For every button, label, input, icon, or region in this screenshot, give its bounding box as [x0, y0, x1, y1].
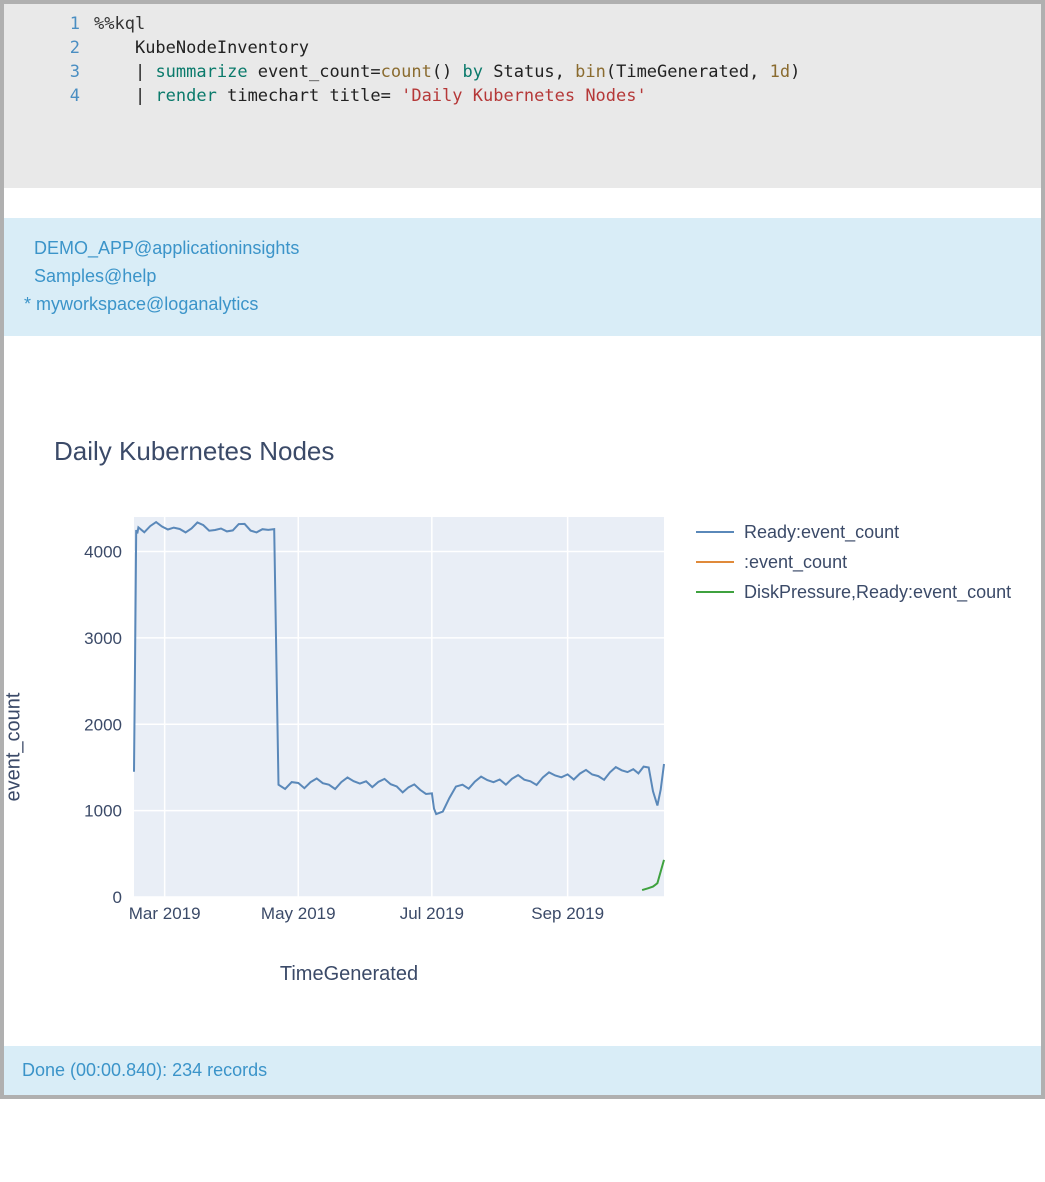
chart-title: Daily Kubernetes Nodes: [54, 436, 1031, 467]
svg-text:4000: 4000: [84, 543, 122, 562]
chart-output: Daily Kubernetes Nodes event_count 0 1000…: [4, 336, 1041, 1046]
status-text: Done (00:00.840): 234 records: [22, 1060, 267, 1080]
workspace-item[interactable]: DEMO_APP@applicationinsights: [24, 234, 1021, 262]
y-axis-label: event_count: [3, 692, 26, 801]
legend-label: :event_count: [744, 552, 847, 573]
svg-text:3000: 3000: [84, 629, 122, 648]
legend-swatch: [696, 591, 734, 593]
legend-item[interactable]: DiskPressure,Ready:event_count: [696, 577, 1011, 607]
status-bar: Done (00:00.840): 234 records: [4, 1046, 1041, 1095]
line-number: 2: [4, 36, 80, 60]
svg-text:Sep 2019: Sep 2019: [531, 904, 604, 923]
svg-text:1000: 1000: [84, 802, 122, 821]
workspace-list: DEMO_APP@applicationinsights Samples@hel…: [4, 218, 1041, 336]
code-token: %%kql: [94, 14, 145, 34]
svg-text:Jul 2019: Jul 2019: [400, 904, 464, 923]
line-number: 4: [4, 84, 80, 108]
svg-text:Mar 2019: Mar 2019: [129, 904, 201, 923]
svg-text:2000: 2000: [84, 715, 122, 734]
svg-text:0: 0: [113, 888, 122, 907]
legend-item[interactable]: Ready:event_count: [696, 517, 1011, 547]
chart-legend: Ready:event_count :event_count DiskPress…: [696, 517, 1011, 607]
workspace-item[interactable]: Samples@help: [24, 262, 1021, 290]
legend-label: Ready:event_count: [744, 522, 899, 543]
plot-area[interactable]: event_count 01000200030004000Mar 2019May…: [24, 507, 674, 986]
code-token: KubeNodeInventory: [135, 38, 309, 58]
spacer: [4, 188, 1041, 218]
workspace-item-active[interactable]: * myworkspace@loganalytics: [24, 290, 1021, 318]
legend-item[interactable]: :event_count: [696, 547, 1011, 577]
chart-svg[interactable]: 0 1000 2000 3000 4000 Mar 2019 May 2019 Jul 201…: [24, 507, 674, 927]
legend-label: DiskPressure,Ready:event_count: [744, 582, 1011, 603]
svg-text:May 2019: May 2019: [261, 904, 336, 923]
code-content[interactable]: %%kql KubeNodeInventory | summarize even…: [94, 12, 800, 108]
legend-swatch: [696, 531, 734, 533]
legend-swatch: [696, 561, 734, 563]
code-cell[interactable]: 1 2 3 4 %%kql KubeNodeInventory | summar…: [4, 4, 1041, 188]
line-number-gutter: 1 2 3 4: [4, 12, 94, 108]
line-number: 3: [4, 60, 80, 84]
line-number: 1: [4, 12, 80, 36]
x-axis-label: TimeGenerated: [24, 963, 674, 986]
